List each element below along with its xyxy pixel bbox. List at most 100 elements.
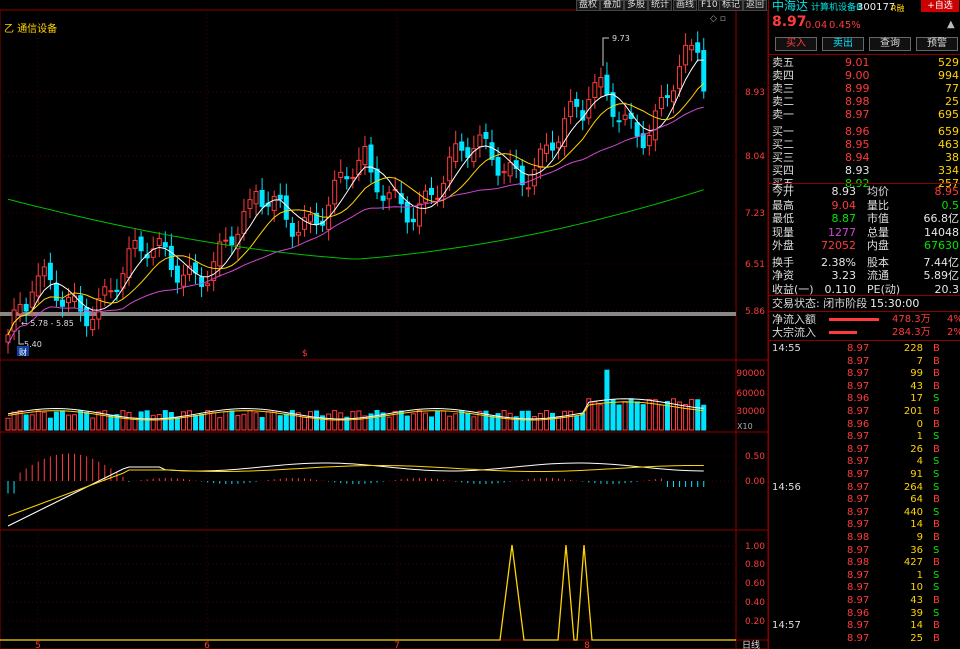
candle-body: [562, 118, 568, 148]
candle-body: [229, 236, 235, 246]
stat-label: 现量: [772, 225, 794, 239]
toolbar-button-4[interactable]: 画线: [673, 0, 698, 11]
candle-body: [477, 134, 483, 148]
volume-bar: [441, 410, 447, 431]
volume-bar: [356, 410, 362, 431]
add-favorite-button[interactable]: +自选: [921, 0, 959, 12]
macd-dif-line: [7, 462, 704, 527]
tick-volume: 1: [916, 431, 923, 443]
volume-bar: [120, 410, 126, 431]
macd-axis-label: 0.00: [745, 477, 765, 487]
tick-row: 8.97 440 S: [769, 506, 960, 518]
query-button[interactable]: 查询: [869, 37, 911, 51]
candle-body: [616, 120, 622, 123]
candle-body: [205, 283, 211, 287]
volume-bar: [507, 412, 513, 431]
volume-bar: [447, 415, 453, 431]
x-axis-label: 6: [204, 641, 210, 649]
stat-value: 3.23: [831, 269, 857, 282]
candle-body: [598, 77, 604, 88]
tick-price: 8.97: [847, 355, 870, 367]
toolbar-button-3[interactable]: 统计: [648, 0, 673, 11]
toolbar-button-5[interactable]: F10: [698, 0, 721, 11]
candle-body: [283, 195, 289, 220]
sell-button[interactable]: 卖出: [822, 37, 864, 51]
candle-body: [386, 192, 392, 200]
volume-bar: [253, 412, 259, 431]
book-price[interactable]: 9.00: [845, 69, 870, 82]
toolbar-button-6[interactable]: 标记: [719, 0, 744, 11]
candle-body: [47, 262, 53, 281]
candle-body: [41, 266, 47, 277]
tick-price: 8.97: [847, 481, 870, 493]
volume-bar: [640, 404, 646, 431]
tick-volume: 228: [903, 343, 923, 354]
tick-volume: 17: [910, 393, 923, 405]
toolbar-button-2[interactable]: 多股: [624, 0, 649, 11]
volume-bar: [519, 410, 525, 431]
tick-side: S: [933, 469, 940, 480]
volume-bar: [241, 413, 247, 431]
candle-body: [543, 144, 549, 154]
volume-bar: [314, 410, 320, 431]
tick-price: 8.97: [847, 456, 870, 468]
book-level-label: 买三: [772, 151, 794, 164]
volume-bar: [265, 411, 271, 431]
book-price[interactable]: 9.01: [845, 56, 870, 69]
tick-price: 8.97: [847, 494, 870, 506]
volume-bar: [574, 416, 580, 431]
stat-label: 收益(一): [772, 282, 814, 296]
candle-body: [29, 291, 35, 308]
volume-bar: [217, 417, 223, 431]
tick-volume: 64: [910, 494, 923, 506]
tick-price: 8.97: [847, 582, 870, 594]
book-price[interactable]: 8.96: [845, 125, 870, 138]
tick-side: B: [933, 632, 940, 644]
buy-button[interactable]: 买入: [775, 37, 817, 51]
candle-body: [96, 298, 102, 320]
toolbar-button-0[interactable]: 盘权: [576, 0, 601, 11]
tick-volume: 201: [903, 406, 923, 417]
tick-price: 8.97: [847, 544, 870, 556]
tick-side: B: [933, 557, 940, 569]
tick-price: 8.97: [847, 595, 870, 606]
tick-row: 8.97 25 B: [769, 632, 960, 644]
book-price[interactable]: 8.99: [845, 82, 870, 95]
tick-volume: 0: [916, 418, 923, 430]
book-price[interactable]: 8.98: [845, 95, 870, 108]
alert-button[interactable]: 预警: [916, 37, 958, 51]
book-price[interactable]: 8.93: [845, 164, 870, 177]
tick-volume: 36: [910, 544, 923, 556]
volume-bar: [78, 410, 84, 431]
volume-bar: [53, 411, 59, 431]
volume-bar: [229, 410, 235, 431]
bell-icon[interactable]: ▲: [947, 18, 955, 31]
book-price[interactable]: 8.95: [845, 138, 870, 151]
volume-bar: [543, 410, 549, 431]
volume-bar: [410, 413, 416, 431]
stat-row: 净资 3.23 流通 5.89亿: [769, 269, 960, 282]
book-volume: 25: [945, 95, 959, 108]
candle-body: [338, 171, 344, 178]
candle-body: [259, 189, 265, 207]
tick-volume: 39: [910, 607, 923, 619]
tick-side: B: [933, 343, 940, 354]
tick-row: 8.97 1 S: [769, 569, 960, 581]
volume-bar: [126, 411, 132, 431]
stat-value: 0.110: [824, 282, 857, 296]
stock-name: 中海达: [772, 0, 809, 13]
quote-panel: 中海达 计算机设备Ⅲ 300177 R融 +自选 8.97 0.04 0.45%…: [768, 0, 960, 649]
stock-chart[interactable]: 8.93 8.04 7.23 6.51 5.86 90000 60000 30000 X10 0.…: [0, 0, 768, 649]
tick-price: 8.97: [847, 343, 870, 354]
tick-row: 8.98 9 B: [769, 531, 960, 543]
book-price[interactable]: 8.94: [845, 151, 870, 164]
tick-volume: 26: [910, 443, 923, 455]
toolbar-button-7[interactable]: 返回: [743, 0, 768, 11]
chart-expand-icon[interactable]: ◇ ▫: [710, 14, 726, 24]
candle-body: [404, 201, 410, 223]
toolbar-button-1[interactable]: 叠加: [600, 0, 625, 11]
book-price[interactable]: 8.97: [845, 108, 870, 121]
sector-label: 乙 通信设备: [4, 24, 58, 35]
dollar-marker: $: [302, 349, 308, 359]
trade-status: 交易状态: 闭市阶段: [772, 297, 868, 310]
